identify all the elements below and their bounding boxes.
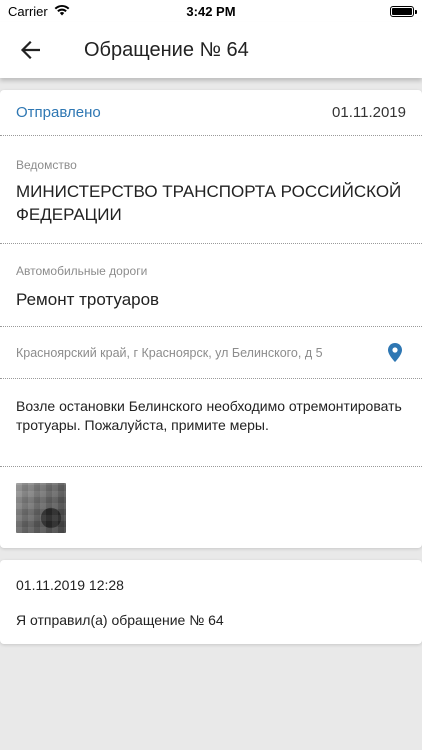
category-label: Автомобильные дороги [16,264,148,278]
history-datetime: 01.11.2019 12:28 [16,577,124,593]
carrier-label: Carrier [8,3,48,19]
status-link[interactable]: Отправлено [16,104,101,121]
photos-row [0,467,422,547]
map-pin-icon[interactable] [384,342,406,364]
navigation-bar: Обращение № 64 [0,22,422,78]
category-row: Автомобильные дороги Ремонт тротуаров [0,244,422,327]
wifi-icon [54,4,70,19]
photo-thumbnail[interactable] [16,483,66,533]
description-text: Возле остановки Белинского необходимо от… [16,398,402,433]
address-text: Красноярский край, г Красноярск, ул Бели… [16,345,323,360]
address-row[interactable]: Красноярский край, г Красноярск, ул Бели… [0,327,422,379]
arrow-left-icon [20,41,40,59]
status-row: Отправлено 01.11.2019 [0,90,422,136]
status-left: Carrier [8,4,70,19]
appeal-date: 01.11.2019 [332,104,406,121]
status-bar: Carrier 3:42 PM [0,0,422,22]
appeal-card: Отправлено 01.11.2019 Ведомство МИНИСТЕР… [0,90,422,548]
history-card: 01.11.2019 12:28 Я отправил(а) обращение… [0,560,422,644]
battery-fill [392,7,412,15]
battery-icon [390,5,417,17]
category-value: Ремонт тротуаров [16,290,160,309]
agency-row: Ведомство МИНИСТЕРСТВО ТРАНСПОРТА РОССИЙ… [0,136,422,244]
agency-value: МИНИСТЕРСТВО ТРАНСПОРТА РОССИЙСКОЙ ФЕДЕР… [16,182,402,224]
back-button[interactable] [0,22,60,78]
agency-label: Ведомство [16,158,77,172]
page-title: Обращение № 64 [84,38,249,61]
description-row: Возле остановки Белинского необходимо от… [0,379,422,467]
history-text: Я отправил(а) обращение № 64 [16,612,224,628]
